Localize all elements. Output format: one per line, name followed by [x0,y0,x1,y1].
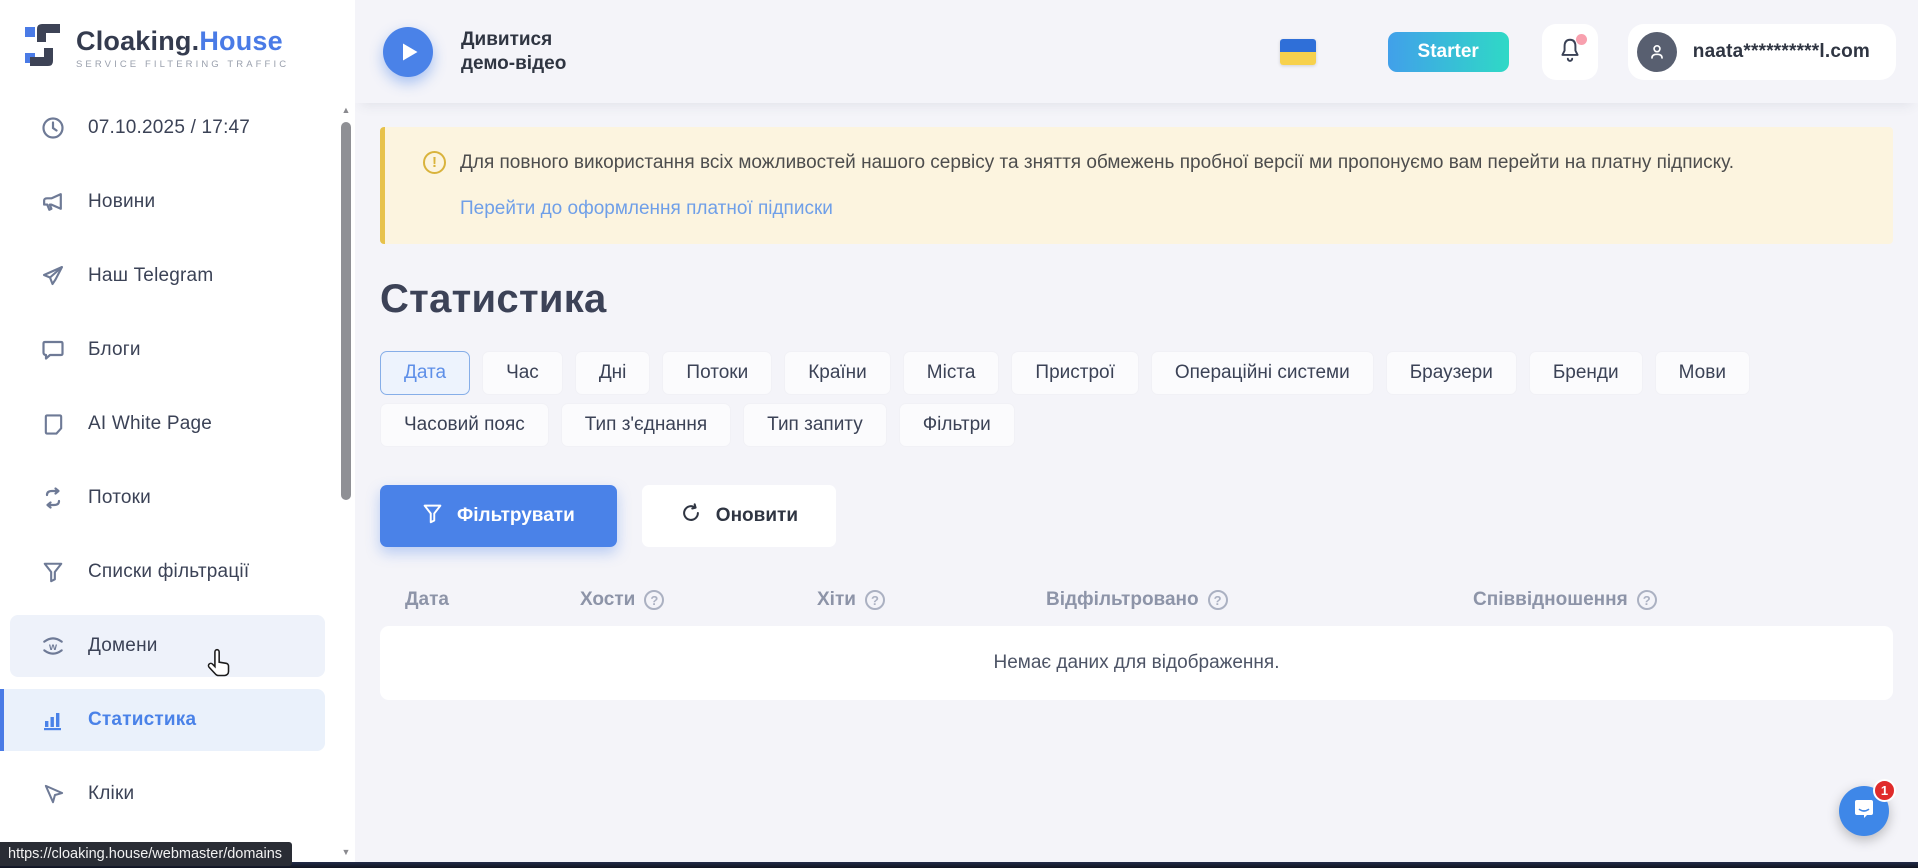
sidebar-item-ai-white-page[interactable]: AI White Page [10,393,325,455]
user-account-button[interactable]: naata**********l.com [1628,24,1896,80]
tab-cities[interactable]: Міста [903,351,1000,395]
svg-text:w: w [48,642,58,653]
funnel-icon [422,503,443,530]
banner-text: Для повного використання всіх можливосте… [460,150,1734,176]
tab-data[interactable]: Дата [380,351,470,395]
tab-time[interactable]: Час [482,351,563,395]
help-icon[interactable]: ? [644,590,664,610]
subscription-link[interactable]: Перейти до оформлення платної підписки [460,198,833,220]
column-hits: Хіти [817,589,856,611]
bar-chart-icon [40,707,66,733]
megaphone-icon [40,189,66,215]
avatar [1637,32,1677,72]
brand-logo-icon [24,20,66,75]
column-ratio: Співвідношення [1473,589,1628,611]
sidebar-item-label: Домени [88,635,158,657]
trial-warning-banner: ! Для повного використання всіх можливос… [380,127,1893,244]
demo-video-label[interactable]: Дивитися демо-відео [461,28,601,76]
help-icon[interactable]: ? [1208,590,1228,610]
brand-name: Cloaking.House [76,26,289,57]
empty-state-text: Немає даних для відображення. [994,652,1280,674]
notifications-button[interactable] [1542,24,1598,80]
cycle-icon [40,485,66,511]
brand-logo[interactable]: Cloaking.House SERVICE FILTERING TRAFFIC [0,0,355,75]
tab-devices[interactable]: Пристрої [1011,351,1138,395]
column-date: Дата [405,589,449,611]
sidebar-item-streams[interactable]: Потоки [10,467,325,529]
refresh-button[interactable]: Оновити [642,485,836,547]
sidebar-item-label: Наш Telegram [88,265,213,287]
sidebar: Cloaking.House SERVICE FILTERING TRAFFIC… [0,0,355,868]
chat-unread-badge: 1 [1873,779,1896,802]
refresh-icon [680,502,702,530]
filter-button[interactable]: Фільтрувати [380,485,617,547]
chat-widget-button[interactable]: 1 [1839,786,1889,836]
scrollbar-thumb[interactable] [341,122,351,500]
link-status-bar: https://cloaking.house/webmaster/domains [0,842,292,866]
sidebar-item-telegram[interactable]: Наш Telegram [10,245,325,307]
sidebar-item-label: Потоки [88,487,151,509]
sidebar-item-label: Блоги [88,339,141,361]
language-flag-ukraine[interactable] [1280,39,1316,65]
sidebar-item-statistics[interactable]: Статистика [0,689,325,751]
chat-bubble-icon [40,337,66,363]
demo-video-button[interactable]: Дивитися демо-відео [383,27,601,77]
main-content: ! Для повного використання всіх можливос… [380,103,1893,700]
sidebar-item-label: Новини [88,191,155,213]
funnel-icon [40,559,66,585]
column-hosts: Хости [580,589,635,611]
tab-languages[interactable]: Мови [1655,351,1750,395]
tab-connection-type[interactable]: Тип з'єднання [561,403,731,447]
sidebar-item-label: AI White Page [88,413,212,435]
sidebar-item-blogs[interactable]: Блоги [10,319,325,381]
tab-brands[interactable]: Бренди [1529,351,1643,395]
scrollbar-up-arrow[interactable]: ▲ [340,104,352,116]
cursor-icon [40,781,66,807]
sidebar-item-label: Статистика [88,709,196,731]
sidebar-item-label: 07.10.2025 / 17:47 [88,117,250,139]
user-email: naata**********l.com [1693,41,1870,63]
clock-icon [40,115,66,141]
scrollbar-down-arrow[interactable]: ▼ [340,846,352,858]
tab-streams[interactable]: Потоки [662,351,772,395]
domain-globe-icon: w [40,633,66,659]
chat-icon [1850,795,1878,828]
notification-dot [1576,34,1587,45]
empty-state-card: Немає даних для відображення. [380,626,1893,700]
stats-table-header: Дата Хости? Хіти? Відфільтровано? Співві… [380,589,1893,611]
page-icon [40,411,66,437]
sidebar-nav: 07.10.2025 / 17:47 Новини Наш Telegram Б… [0,97,355,825]
warning-icon: ! [423,151,446,174]
tab-operating-systems[interactable]: Операційні системи [1151,351,1374,395]
play-icon[interactable] [383,27,433,77]
tab-request-type[interactable]: Тип запиту [743,403,887,447]
tab-browsers[interactable]: Браузери [1386,351,1517,395]
stats-filter-tabs: Дата Час Дні Потоки Країни Міста Пристро… [380,351,1850,447]
sidebar-item-filter-lists[interactable]: Списки фільтрації [10,541,325,603]
tab-countries[interactable]: Країни [784,351,891,395]
sidebar-item-datetime[interactable]: 07.10.2025 / 17:47 [10,97,325,159]
sidebar-item-domains[interactable]: w Домени [10,615,325,677]
help-icon[interactable]: ? [865,590,885,610]
sidebar-item-news[interactable]: Новини [10,171,325,233]
sidebar-item-label: Кліки [88,783,134,805]
topbar: Дивитися демо-відео Starter naata*******… [355,0,1918,103]
plan-starter-button[interactable]: Starter [1388,32,1509,72]
sidebar-item-clicks[interactable]: Кліки [10,763,325,825]
help-icon[interactable]: ? [1637,590,1657,610]
page-title: Статистика [380,277,1893,322]
tab-filters[interactable]: Фільтри [899,403,1015,447]
tab-days[interactable]: Дні [575,351,651,395]
paper-plane-icon [40,263,66,289]
column-filtered: Відфільтровано [1046,589,1199,611]
sidebar-item-label: Списки фільтрації [88,561,249,583]
sidebar-scrollbar[interactable]: ▲ ▼ [340,104,352,858]
brand-tagline: SERVICE FILTERING TRAFFIC [76,59,289,70]
tab-timezone[interactable]: Часовий пояс [380,403,549,447]
